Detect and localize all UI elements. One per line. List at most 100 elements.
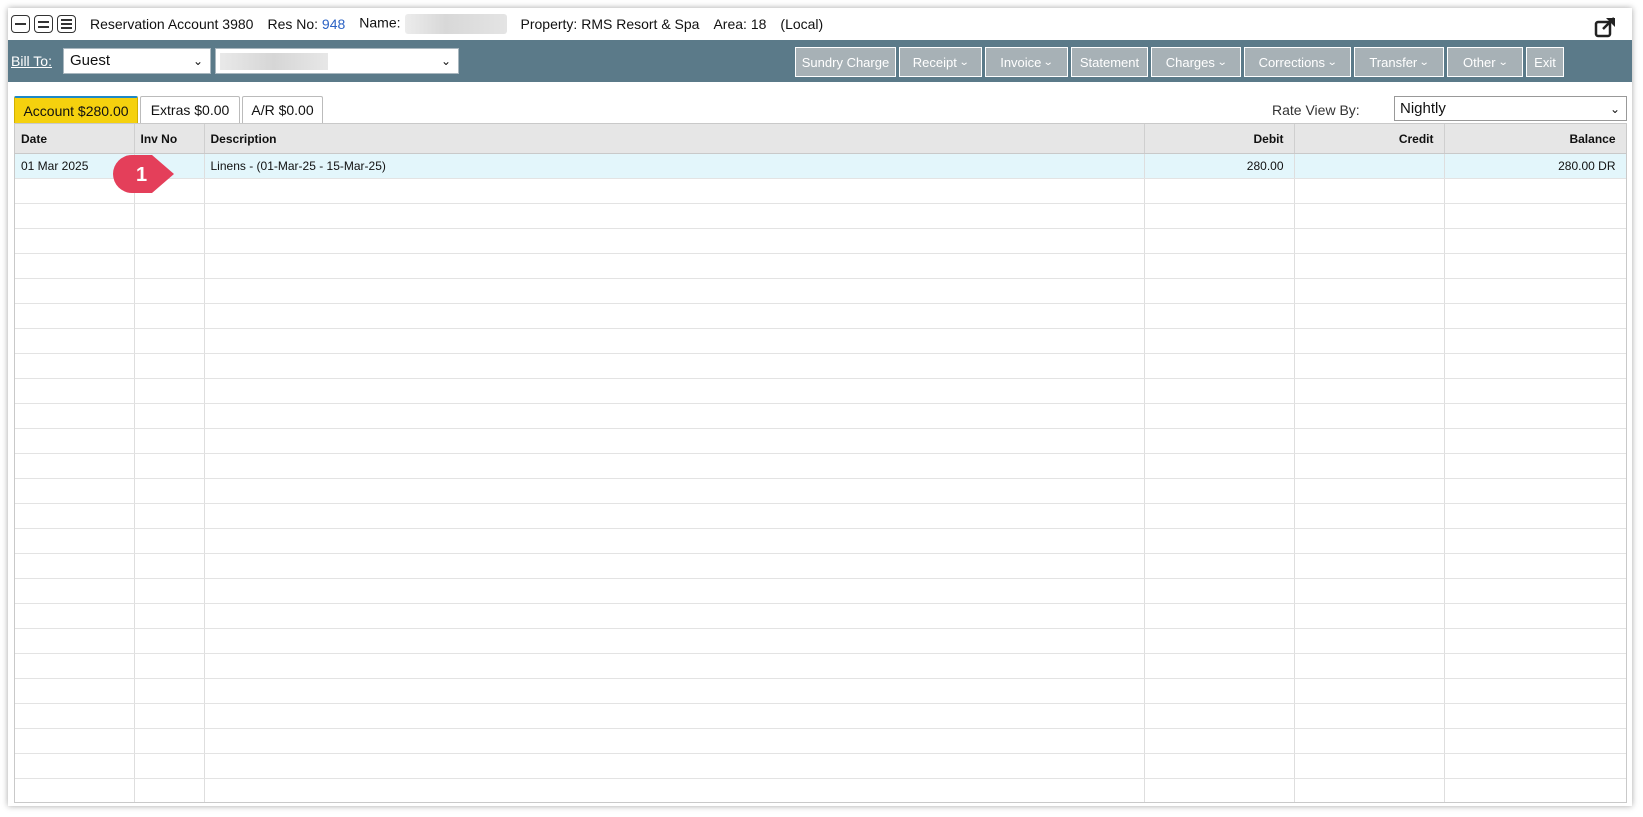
col-date[interactable]: Date	[15, 124, 135, 154]
empty-cell	[204, 778, 1145, 802]
tab-ar[interactable]: A/R $0.00	[242, 96, 323, 123]
rate-view-select[interactable]: Nightly ⌄	[1394, 96, 1627, 121]
res-no-label: Res No:	[267, 16, 319, 32]
chevron-down-icon: ⌄	[192, 54, 203, 68]
transfer-button[interactable]: Transfer ⌄	[1354, 47, 1444, 77]
empty-cell	[1294, 303, 1445, 329]
empty-cell	[134, 503, 205, 529]
col-debit[interactable]: Debit	[1144, 124, 1295, 154]
empty-cell	[134, 628, 205, 654]
empty-cell	[1144, 303, 1295, 329]
bill-to-name-select[interactable]: ⌄	[215, 48, 459, 74]
empty-cell	[134, 603, 205, 629]
invoice-button[interactable]: Invoice ⌄	[985, 47, 1068, 77]
guest-name: Name:	[359, 14, 507, 34]
chevron-down-icon: ⌄	[1609, 102, 1620, 116]
col-credit[interactable]: Credit	[1294, 124, 1445, 154]
empty-cell	[204, 353, 1145, 379]
empty-cell	[1444, 528, 1626, 554]
maximize-icon[interactable]	[57, 15, 76, 33]
empty-cell	[1294, 603, 1445, 629]
table-row-empty	[15, 628, 1626, 654]
empty-cell	[1144, 678, 1295, 704]
area-label: Area: 18	[713, 16, 767, 32]
table-row-empty	[15, 553, 1626, 579]
empty-cell	[1144, 378, 1295, 404]
empty-cell	[1294, 653, 1445, 679]
minimize-icon[interactable]	[11, 15, 30, 33]
empty-cell	[204, 678, 1145, 704]
empty-cell	[204, 328, 1145, 354]
account-title: Reservation Account 3980	[90, 16, 254, 32]
table-row-empty	[15, 303, 1626, 329]
empty-cell	[15, 203, 135, 229]
cell-debit: 280.00	[1144, 153, 1295, 179]
empty-cell	[15, 778, 135, 802]
empty-cell	[1444, 778, 1626, 802]
chevron-down-icon: ⌄	[1497, 56, 1509, 68]
empty-cell	[1444, 228, 1626, 254]
bill-to-link[interactable]: Bill To:	[11, 53, 52, 69]
table-row-empty	[15, 703, 1626, 729]
name-label: Name:	[359, 14, 401, 31]
col-description[interactable]: Description	[204, 124, 1145, 154]
empty-cell	[134, 303, 205, 329]
empty-cell	[1144, 453, 1295, 479]
marker-number: 1	[136, 164, 147, 186]
table-row[interactable]: 01 Mar 2025 Linens - (01-Mar-25 - 15-Mar…	[15, 153, 1626, 179]
empty-cell	[1144, 503, 1295, 529]
sundry-charge-button[interactable]: Sundry Charge	[795, 47, 896, 77]
res-no-link[interactable]: 948	[322, 16, 345, 32]
charges-button[interactable]: Charges ⌄	[1151, 47, 1241, 77]
exit-button[interactable]: Exit	[1526, 47, 1564, 77]
empty-cell	[134, 578, 205, 604]
table-row-empty	[15, 453, 1626, 479]
statement-button[interactable]: Statement	[1071, 47, 1148, 77]
restore-icon[interactable]	[34, 15, 53, 33]
empty-cell	[1294, 478, 1445, 504]
empty-cell	[1444, 628, 1626, 654]
table-row-empty	[15, 603, 1626, 629]
name-redacted	[220, 53, 328, 70]
empty-cell	[134, 353, 205, 379]
empty-cell	[1144, 203, 1295, 229]
reservation-account-window: Reservation Account 3980 Res No: 948 Nam…	[8, 8, 1632, 806]
empty-cell	[15, 378, 135, 404]
empty-cell	[204, 503, 1145, 529]
cell-credit	[1294, 153, 1445, 179]
name-redacted	[404, 14, 507, 34]
empty-cell	[1444, 328, 1626, 354]
local-label: (Local)	[780, 16, 824, 32]
empty-cell	[15, 278, 135, 304]
empty-cell	[204, 178, 1145, 204]
empty-cell	[204, 653, 1145, 679]
empty-cell	[134, 403, 205, 429]
empty-cell	[1444, 253, 1626, 279]
popout-icon[interactable]	[1594, 16, 1618, 38]
empty-cell	[1294, 178, 1445, 204]
receipt-button[interactable]: Receipt ⌄	[899, 47, 982, 77]
table-row-empty	[15, 328, 1626, 354]
empty-cell	[1444, 703, 1626, 729]
col-inv-no[interactable]: Inv No	[134, 124, 205, 154]
empty-cell	[1144, 553, 1295, 579]
tab-account[interactable]: Account $280.00	[14, 96, 138, 123]
table-row-empty	[15, 578, 1626, 604]
bill-to-select[interactable]: Guest ⌄	[63, 48, 211, 74]
empty-cell	[1294, 203, 1445, 229]
empty-cell	[1144, 753, 1295, 779]
empty-cell	[204, 553, 1145, 579]
empty-cell	[134, 328, 205, 354]
col-balance[interactable]: Balance	[1444, 124, 1626, 154]
table-row-empty	[15, 228, 1626, 254]
empty-cell	[1444, 303, 1626, 329]
corrections-button[interactable]: Corrections ⌄	[1244, 47, 1351, 77]
empty-cell	[15, 603, 135, 629]
empty-cell	[1144, 228, 1295, 254]
tab-extras[interactable]: Extras $0.00	[140, 96, 240, 123]
empty-cell	[1144, 253, 1295, 279]
empty-cell	[1294, 278, 1445, 304]
empty-cell	[1444, 278, 1626, 304]
empty-cell	[204, 453, 1145, 479]
other-button[interactable]: Other ⌄	[1447, 47, 1523, 77]
